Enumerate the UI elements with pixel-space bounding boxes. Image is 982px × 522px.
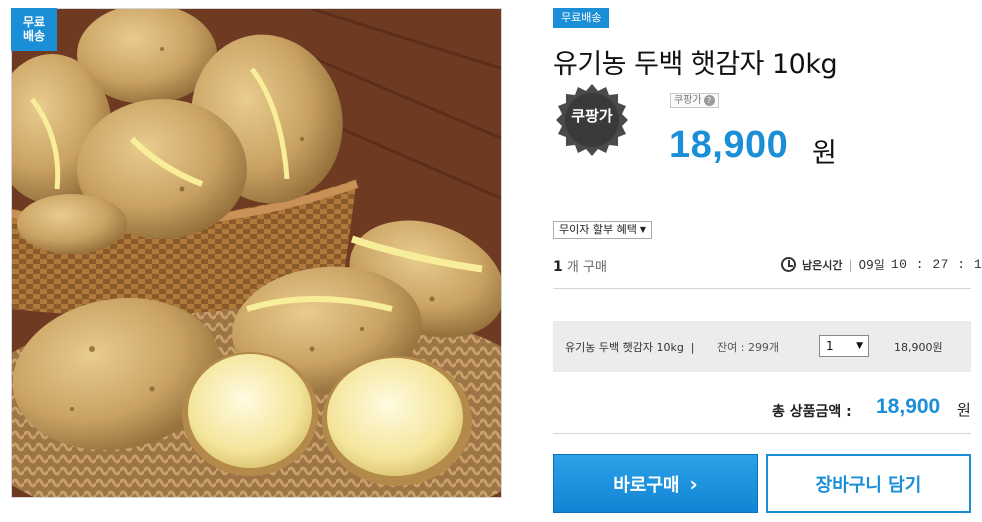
clock-icon (781, 257, 796, 272)
purchase-count-number: 1 (553, 259, 563, 275)
total-price: 18,900 (876, 395, 941, 418)
remaining-time-label: 남은시간 (802, 258, 843, 272)
badge-line-2: 배송 (22, 29, 46, 43)
remaining-time: 남은시간 | 09일 10 : 27 : 19 (781, 256, 982, 273)
purchase-count-suffix: 개 구매 (566, 260, 607, 275)
potato-photo (12, 9, 501, 497)
divider (553, 288, 971, 289)
option-price: 18,900원 (894, 341, 943, 354)
chevron-right-icon: › (689, 471, 698, 496)
timer-separator: | (848, 257, 853, 272)
product-title: 유기농 두백 햇감자 10kg (553, 49, 838, 80)
help-icon[interactable]: ? (703, 95, 715, 106)
total-price-unit: 원 (957, 401, 971, 419)
selected-option-row: 유기농 두백 햇감자 10kg | 잔여 : 299개 1 ▼ 18,900원 (553, 321, 971, 372)
installment-benefit-dropdown[interactable]: 무이자 할부 혜택 ▼ (553, 221, 652, 239)
price-type-tag[interactable]: 쿠팡가 ? (670, 93, 719, 108)
free-shipping-badge: 무료 배송 (11, 8, 57, 51)
add-to-cart-button[interactable]: 장바구니 담기 (766, 454, 971, 513)
total-price-label: 총 상품금액 : (772, 404, 852, 420)
option-name: 유기농 두백 햇감자 10kg | (565, 341, 695, 354)
buy-now-label: 바로구매 (613, 474, 680, 496)
price-type-label: 쿠팡가 (674, 95, 702, 106)
seal-label: 쿠팡가 (571, 107, 613, 125)
quantity-select-value: 1 (826, 339, 834, 353)
remaining-days: 09일 (858, 258, 885, 272)
purchase-count: 1 개 구매 (553, 256, 607, 275)
product-image (11, 8, 502, 498)
installment-label: 무이자 할부 혜택 (559, 223, 637, 236)
option-stock: 잔여 : 299개 (717, 341, 780, 354)
add-to-cart-label: 장바구니 담기 (815, 474, 922, 496)
price-unit: 원 (812, 138, 837, 169)
buy-now-button[interactable]: 바로구매 › (553, 454, 758, 513)
remaining-clock: 10 : 27 : 19 (890, 257, 982, 272)
chevron-down-icon: ▼ (856, 341, 863, 351)
free-shipping-tag: 무료배송 (553, 8, 610, 28)
option-name-text: 유기농 두백 햇감자 10kg (565, 341, 684, 354)
product-price: 18,900 (669, 124, 789, 166)
badge-line-1: 무료 (22, 15, 46, 29)
divider (553, 433, 971, 434)
caret-down-icon: ▼ (639, 225, 646, 234)
quantity-select[interactable]: 1 ▼ (819, 335, 869, 357)
